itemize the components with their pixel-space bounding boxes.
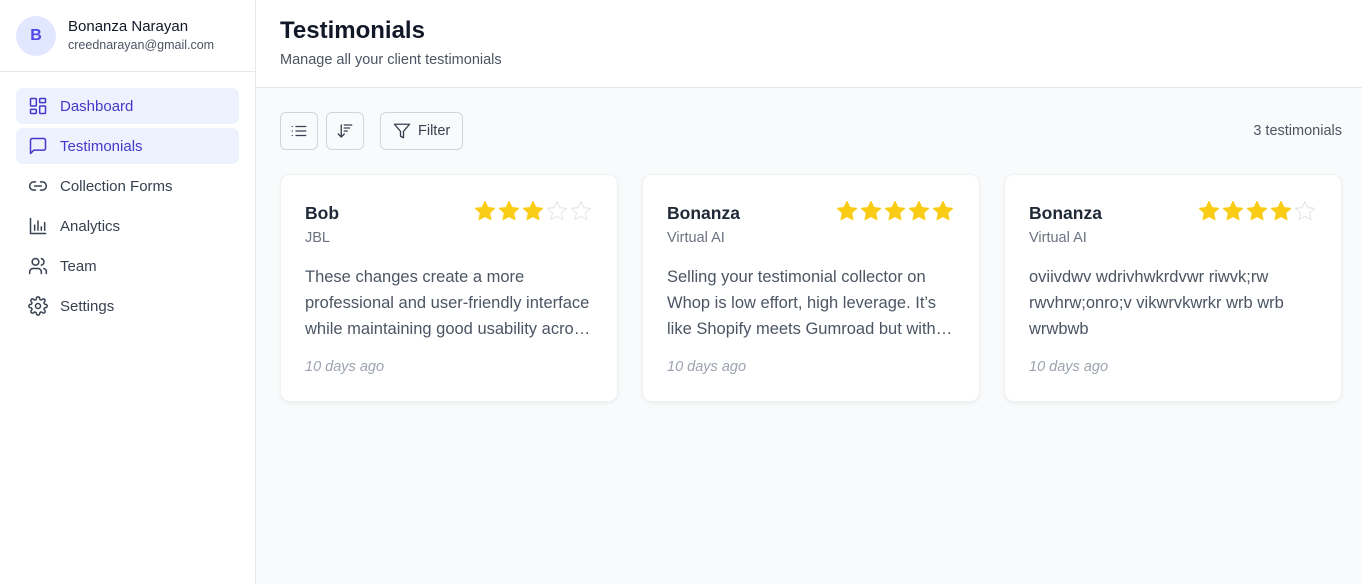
- message-square-icon: [29, 137, 47, 155]
- page-title: Testimonials: [280, 17, 425, 44]
- testimonial-card[interactable]: Bonanza Virtual AI Selling your testimon…: [642, 174, 980, 402]
- testimonial-text: oviivdwv wdrivhwkrdvwr riwvk;rw rwvhrw;o…: [1029, 268, 1284, 338]
- star-empty-icon: [570, 200, 592, 221]
- sidebar-item-collection-forms[interactable]: Collection Forms: [16, 168, 239, 204]
- testimonial-time: 10 days ago: [1029, 359, 1109, 375]
- users-icon: [28, 257, 48, 275]
- sidebar-item-label: Testimonials: [60, 137, 143, 155]
- testimonial-author: Bonanza: [1029, 203, 1102, 223]
- avatar: B: [16, 15, 56, 56]
- star-rating: [473, 199, 593, 223]
- testimonial-card[interactable]: Bob JBL These changes create a more prof…: [280, 174, 618, 402]
- star-filled-icon: [474, 200, 496, 221]
- testimonial-author: Bob: [305, 203, 340, 223]
- star-filled-icon: [1198, 200, 1220, 221]
- bar-chart-icon: [29, 217, 47, 235]
- filter-button[interactable]: Filter: [380, 112, 463, 150]
- sidebar-nav: Dashboard Testimonials Collection Forms …: [0, 72, 255, 324]
- star-filled-icon: [884, 200, 906, 221]
- testimonial-company: Virtual AI: [1029, 230, 1087, 246]
- testimonial-text: These changes create a more professional…: [305, 268, 591, 338]
- sidebar-item-team[interactable]: Team: [16, 248, 239, 284]
- sidebar-item-label: Analytics: [60, 217, 121, 235]
- star-empty-icon: [1294, 200, 1316, 221]
- sidebar-item-label: Team: [60, 257, 97, 275]
- sidebar-item-analytics[interactable]: Analytics: [16, 208, 239, 244]
- sort-button[interactable]: [326, 112, 364, 150]
- testimonial-time: 10 days ago: [667, 359, 747, 375]
- star-filled-icon: [522, 200, 544, 221]
- star-filled-icon: [860, 200, 882, 221]
- page-header: Testimonials Manage all your client test…: [256, 0, 1362, 88]
- testimonial-card[interactable]: Bonanza Virtual AI oviivdwv wdrivhwkrdvw…: [1004, 174, 1342, 402]
- testimonial-author: Bonanza: [667, 203, 740, 223]
- sidebar: B Bonanza Narayan creednarayan@gmail.com…: [0, 0, 256, 584]
- sidebar-item-label: Dashboard: [60, 97, 134, 115]
- star-empty-icon: [546, 200, 568, 221]
- toolbar: Filter 3 testimonials: [280, 112, 1342, 150]
- sidebar-item-testimonials[interactable]: Testimonials: [16, 128, 239, 164]
- sidebar-item-label: Settings: [60, 297, 115, 315]
- sidebar-item-label: Collection Forms: [60, 177, 173, 195]
- user-email: creednarayan@gmail.com: [68, 38, 215, 52]
- star-filled-icon: [932, 200, 954, 221]
- star-filled-icon: [498, 200, 520, 221]
- link-icon: [28, 181, 48, 191]
- list-view-button[interactable]: [280, 112, 318, 150]
- testimonial-text: Selling your testimonial collector on Wh…: [667, 268, 959, 338]
- sort-icon: [337, 124, 353, 138]
- star-filled-icon: [1246, 200, 1268, 221]
- filter-label: Filter: [418, 123, 451, 139]
- star-rating: [1197, 199, 1317, 223]
- testimonial-count: 3 testimonials: [1253, 123, 1342, 139]
- star-rating: [835, 199, 955, 223]
- star-filled-icon: [1222, 200, 1244, 221]
- star-filled-icon: [1270, 200, 1292, 221]
- dashboard-icon: [29, 97, 47, 115]
- gear-icon: [28, 296, 48, 316]
- user-name: Bonanza Narayan: [68, 18, 189, 35]
- page-subtitle: Manage all your client testimonials: [280, 52, 502, 68]
- testimonial-time: 10 days ago: [305, 359, 385, 375]
- testimonial-company: JBL: [305, 230, 330, 246]
- user-profile[interactable]: B Bonanza Narayan creednarayan@gmail.com: [0, 0, 255, 72]
- sidebar-item-settings[interactable]: Settings: [16, 288, 239, 324]
- star-filled-icon: [908, 200, 930, 221]
- sidebar-item-dashboard[interactable]: Dashboard: [16, 88, 239, 124]
- testimonial-company: Virtual AI: [667, 230, 725, 246]
- filter-icon: [393, 123, 411, 139]
- list-icon: [291, 125, 307, 137]
- star-filled-icon: [836, 200, 858, 221]
